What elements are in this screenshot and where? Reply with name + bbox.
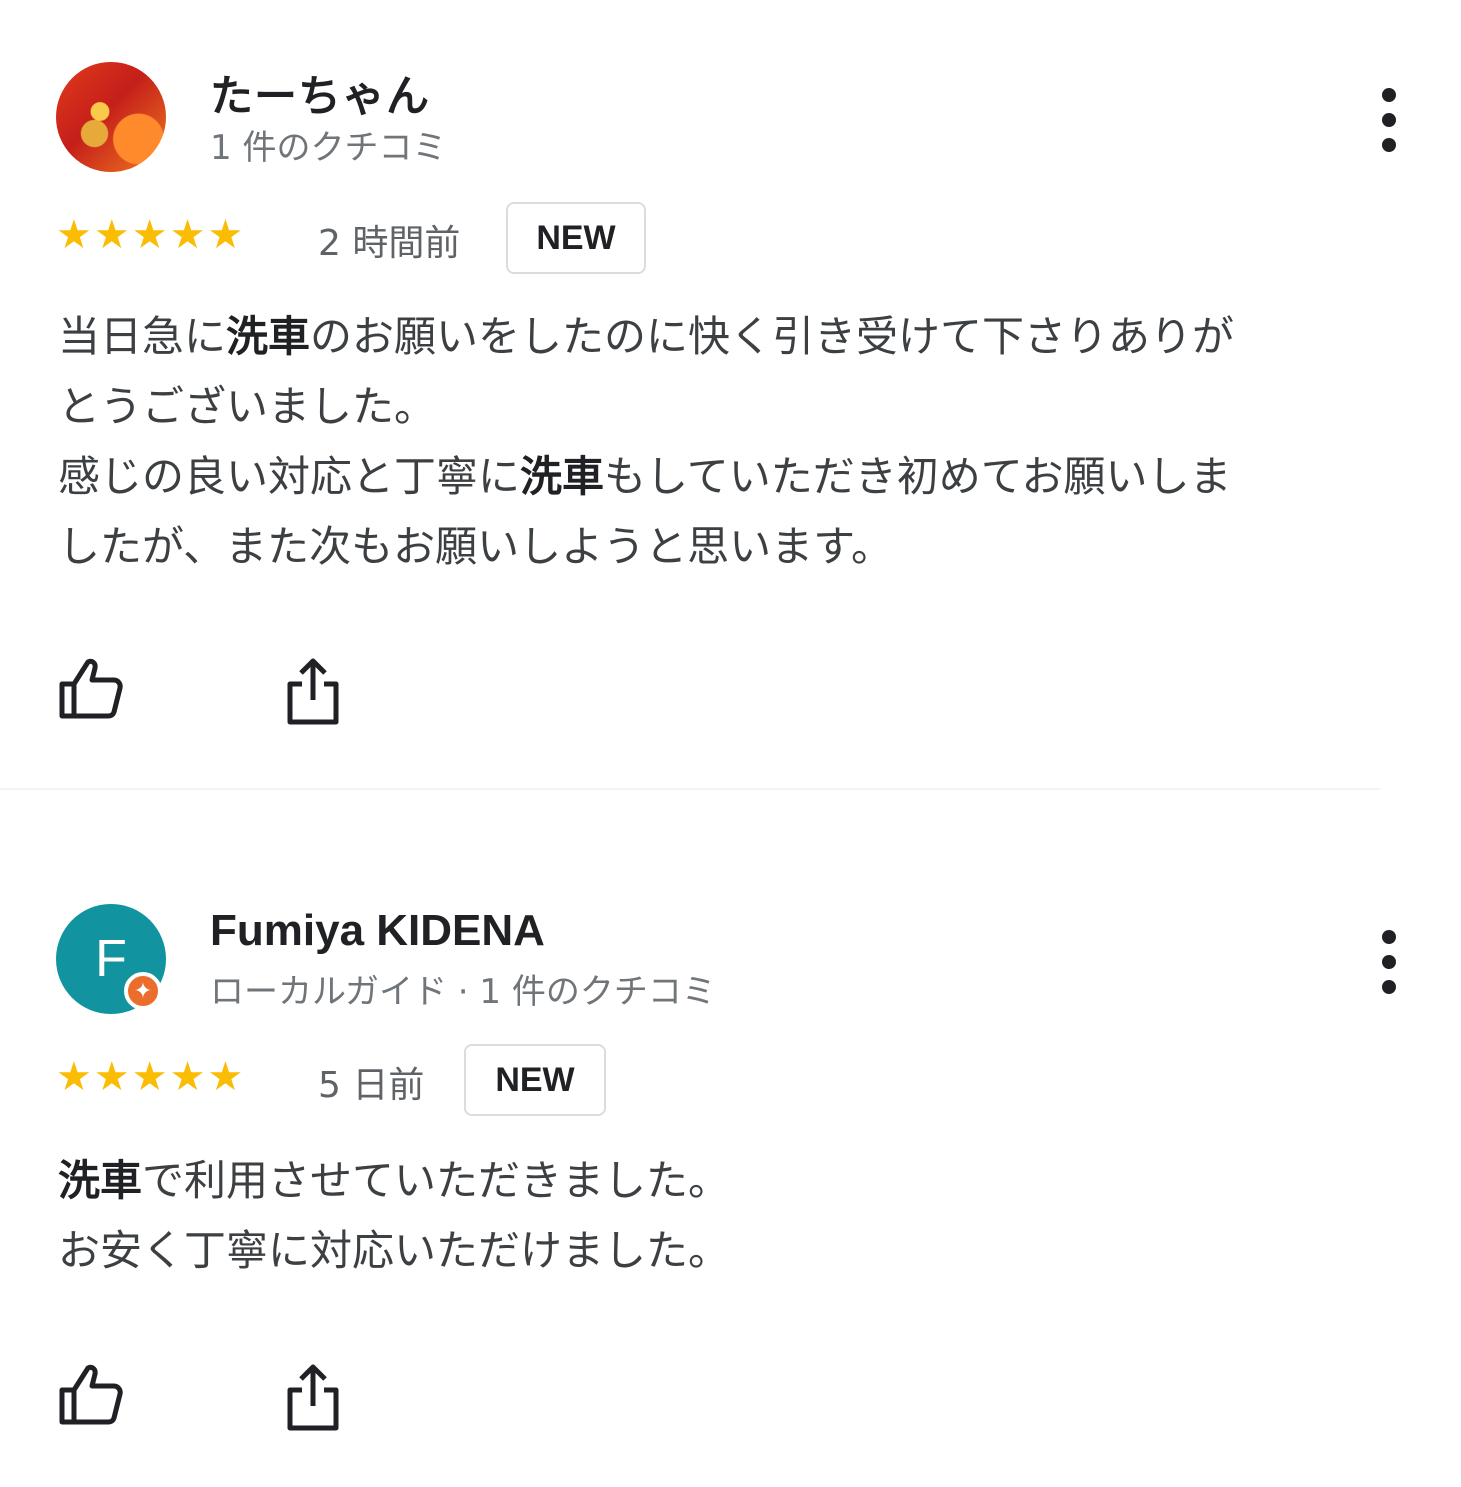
share-icon[interactable] [278, 1362, 348, 1432]
review-line: 洗車で利用させていただきました。 [58, 1156, 731, 1205]
review-time: 5 日前 [318, 1065, 425, 1106]
more-options-icon[interactable] [1372, 930, 1406, 994]
review-text: 当日急に洗車のお願いをしたのに快く引き受けて下さりありが とうございました。 感… [58, 302, 1418, 582]
star-rating: ★★★★★ [56, 1054, 246, 1100]
thumb-up-icon[interactable] [56, 1360, 126, 1430]
review-line: お安く丁寧に対応いただけました。 [58, 1226, 731, 1275]
reviewer-avatar[interactable]: F ✦ [56, 904, 166, 1014]
reviewer-name[interactable]: Fumiya KIDENA [210, 906, 545, 956]
review-time: 2 時間前 [318, 223, 461, 264]
review-line: 感じの良い対応と丁寧に洗車もしていただき初めてお願いしま [58, 452, 1232, 501]
new-badge: NEW [506, 202, 646, 274]
star-rating: ★★★★★ [56, 212, 246, 258]
more-options-icon[interactable] [1372, 88, 1406, 152]
share-icon[interactable] [278, 656, 348, 726]
review-text: 洗車で利用させていただきました。 お安く丁寧に対応いただけました。 [58, 1146, 1418, 1286]
review-line: 当日急に洗車のお願いをしたのに快く引き受けて下さりありが [58, 312, 1235, 361]
thumb-up-icon[interactable] [56, 654, 126, 724]
review-divider [0, 788, 1380, 790]
review-line: とうございました。 [58, 382, 437, 431]
avatar-letter: F [95, 930, 127, 988]
reviewer-avatar[interactable] [56, 62, 166, 172]
reviewer-meta: 1 件のクチコミ [210, 128, 447, 168]
local-guide-star-icon: ✦ [124, 972, 162, 1010]
review-line: したが、また次もお願いしようと思います。 [58, 522, 893, 571]
reviewer-name[interactable]: たーちゃん [210, 62, 430, 124]
reviewer-meta: ローカルガイド · 1 件のクチコミ [210, 972, 716, 1012]
new-badge: NEW [464, 1044, 606, 1116]
